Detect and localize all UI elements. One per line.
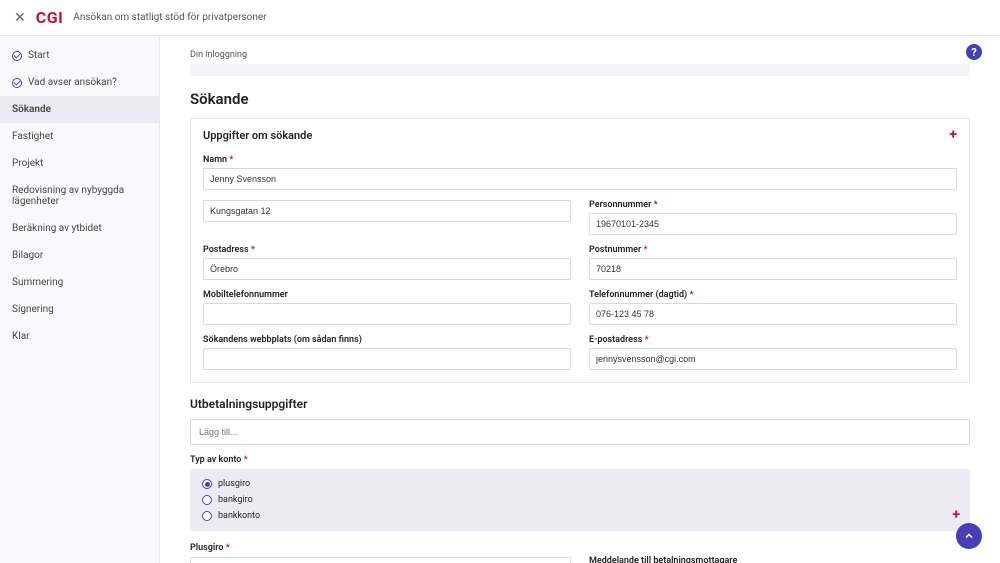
web-label: Sökandens webbplats (om sådan finns) — [203, 335, 571, 345]
radio-label: bankkonto — [218, 511, 260, 521]
name-label: Namn * — [203, 155, 957, 165]
street-input[interactable] — [203, 200, 571, 222]
chevron-up-icon — [963, 530, 975, 542]
sidebar-item-label: Summering — [12, 277, 63, 288]
check-icon — [12, 78, 22, 88]
radio-bankgiro[interactable]: bankgiro — [202, 495, 958, 505]
sidebar-item-label: Sökande — [12, 104, 51, 115]
note-label: Meddelande till betalningsmottagare — [589, 556, 970, 563]
app-body: Start Vad avser ansökan? Sökande Fastigh… — [0, 36, 1000, 563]
account-type-panel: plusgiro bankgiro bankkonto + — [190, 469, 970, 531]
sidebar-item-label: Vad avser ansökan? — [28, 77, 117, 88]
sidebar-item-label: Projekt — [12, 158, 43, 169]
sidebar-item-label: Bilagor — [12, 250, 43, 261]
context-label: Din inloggning — [190, 50, 970, 60]
plusgiro-label: Plusgiro * — [190, 543, 571, 553]
panel-title: Uppgifter om sökande — [203, 129, 312, 142]
pnr-label: Personnummer * — [589, 200, 957, 210]
radio-icon — [202, 511, 212, 521]
sidebar-item-label: Redovisning av nybyggda lägenheter — [12, 185, 147, 207]
radio-bankkonto[interactable]: bankkonto — [202, 511, 958, 521]
plusgiro-input[interactable] — [190, 557, 571, 563]
sidebar-item-berakning[interactable]: Beräkning av ytbidet — [0, 215, 159, 242]
payments-title: Utbetalningsuppgifter — [190, 397, 970, 411]
sidebar: Start Vad avser ansökan? Sökande Fastigh… — [0, 36, 160, 563]
sidebar-item-start[interactable]: Start — [0, 42, 159, 69]
sidebar-item-sokande[interactable]: Sökande — [0, 96, 159, 123]
add-payment-input[interactable] — [190, 419, 970, 445]
radio-icon — [202, 479, 212, 489]
app-root: ✕ CGI Ansökan om statligt stöd för priva… — [0, 0, 1000, 563]
phone-label: Telefonnummer (dagtid) * — [589, 290, 957, 300]
check-icon — [12, 51, 22, 61]
city-label: Postadress * — [203, 245, 571, 255]
applicant-panel: Uppgifter om sökande + Namn * Personnu — [190, 118, 970, 383]
sidebar-item-projekt[interactable]: Projekt — [0, 150, 159, 177]
app-header: ✕ CGI Ansökan om statligt stöd för priva… — [0, 0, 1000, 36]
sidebar-item-bilagor[interactable]: Bilagor — [0, 242, 159, 269]
sidebar-item-redovisning[interactable]: Redovisning av nybyggda lägenheter — [0, 177, 159, 215]
account-type-label: Typ av konto * — [190, 455, 970, 465]
fab-button[interactable] — [956, 523, 982, 549]
radio-plusgiro[interactable]: plusgiro — [202, 479, 958, 489]
phone-input[interactable] — [589, 303, 957, 325]
app-title: Ansökan om statligt stöd för privatperso… — [73, 12, 266, 23]
context-box — [190, 64, 970, 76]
panel-body: Namn * Personnummer * Postadress * — [191, 151, 969, 382]
radio-icon — [202, 495, 212, 505]
name-input[interactable] — [203, 168, 957, 190]
mobile-label: Mobiltelefonnummer — [203, 290, 571, 300]
sidebar-item-label: Klar — [12, 331, 30, 342]
sidebar-item-fastighet[interactable]: Fastighet — [0, 123, 159, 150]
email-input[interactable] — [589, 348, 957, 370]
sidebar-item-signering[interactable]: Signering — [0, 296, 159, 323]
main-content: ? Din inloggning Sökande Uppgifter om sö… — [160, 36, 1000, 563]
sidebar-item-klar[interactable]: Klar — [0, 323, 159, 350]
mobile-input[interactable] — [203, 303, 571, 325]
sidebar-item-label: Fastighet — [12, 131, 53, 142]
pnr-input[interactable] — [589, 213, 957, 235]
add-account-type-icon[interactable]: + — [952, 507, 960, 523]
section-title: Sökande — [190, 90, 970, 108]
logo: CGI — [36, 8, 64, 27]
close-icon[interactable]: ✕ — [14, 10, 26, 26]
zip-label: Postnummer * — [589, 245, 957, 255]
web-input[interactable] — [203, 348, 571, 370]
add-applicant-icon[interactable]: + — [949, 127, 957, 143]
email-label: E-postadress * — [589, 335, 957, 345]
sidebar-item-vad-avser[interactable]: Vad avser ansökan? — [0, 69, 159, 96]
radio-label: bankgiro — [218, 495, 253, 505]
radio-label: plusgiro — [218, 479, 250, 489]
city-input[interactable] — [203, 258, 571, 280]
sidebar-item-label: Start — [28, 50, 50, 61]
help-icon[interactable]: ? — [966, 44, 982, 60]
sidebar-item-label: Beräkning av ytbidet — [12, 223, 102, 234]
panel-header: Uppgifter om sökande + — [191, 119, 969, 151]
sidebar-item-summering[interactable]: Summering — [0, 269, 159, 296]
zip-input[interactable] — [589, 258, 957, 280]
sidebar-item-label: Signering — [12, 304, 54, 315]
